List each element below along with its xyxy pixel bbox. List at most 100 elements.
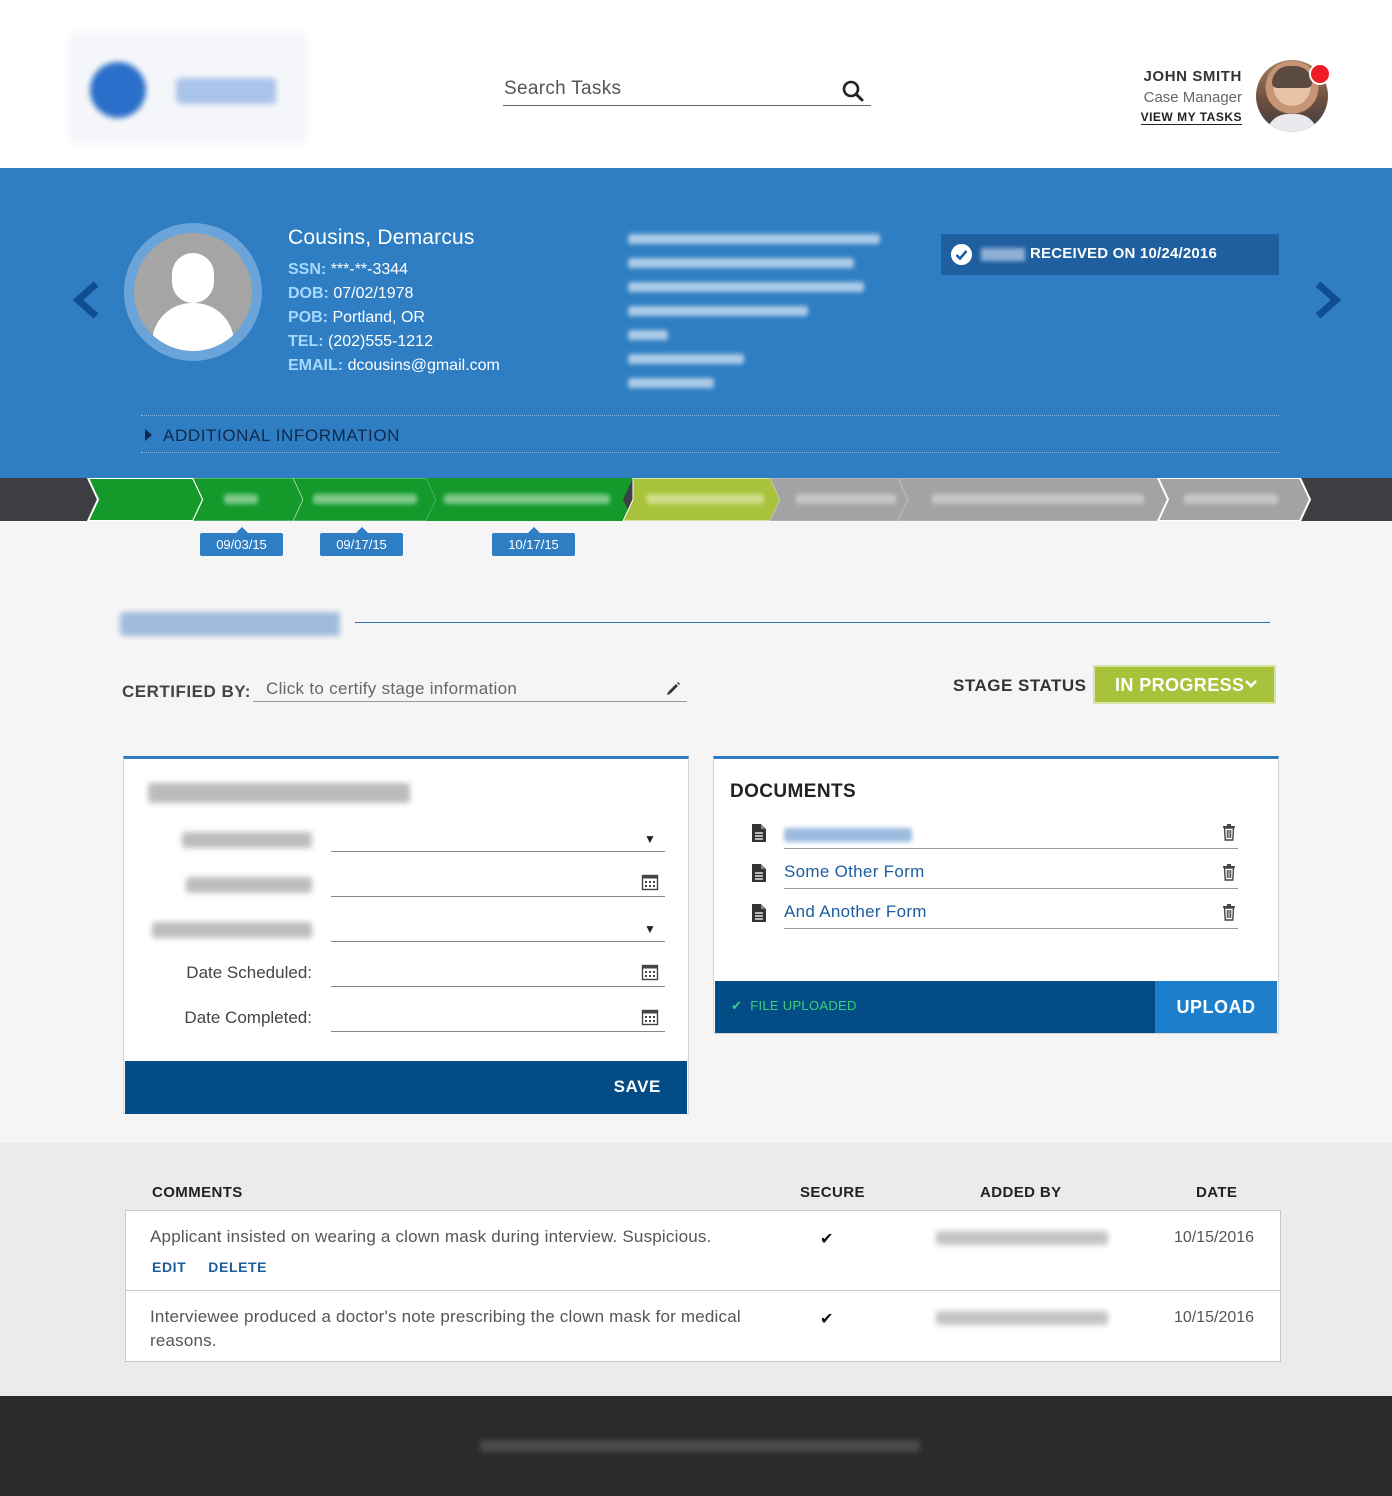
document-item[interactable] xyxy=(750,819,1240,849)
previous-applicant-arrow-icon[interactable] xyxy=(70,280,104,320)
additional-information-toggle[interactable]: ADDITIONAL INFORMATION xyxy=(141,415,1279,453)
next-applicant-arrow-icon[interactable] xyxy=(1310,280,1344,320)
view-my-tasks-link[interactable]: VIEW MY TASKS xyxy=(1140,110,1242,125)
date-completed-field[interactable]: Date Completed: xyxy=(124,1000,690,1045)
pencil-icon[interactable] xyxy=(665,681,681,697)
search-tasks-input[interactable]: Search Tasks xyxy=(503,74,871,106)
file-uploaded-status: ✔ FILE UPLOADED xyxy=(731,998,857,1013)
save-button[interactable]: SAVE xyxy=(614,1077,661,1097)
certify-stage-input[interactable]: Click to certify stage information xyxy=(253,676,687,702)
stage-title-redacted xyxy=(120,612,340,636)
additional-information-label: ADDITIONAL INFORMATION xyxy=(163,426,401,445)
stage-title-divider xyxy=(355,622,1270,623)
document-item[interactable]: Some Other Form xyxy=(750,859,1240,889)
document-icon xyxy=(752,864,766,882)
dob-row: DOB: 07/02/1978 xyxy=(288,285,414,302)
check-icon: ✔ xyxy=(731,998,743,1013)
date-column-header[interactable]: DATE xyxy=(1196,1184,1237,1201)
secure-check-icon: ✔ xyxy=(820,1231,834,1248)
upload-bar: ✔ FILE UPLOADED UPLOAD xyxy=(715,981,1277,1033)
user-name: JOHN SMITH xyxy=(1143,68,1242,85)
applicant-name: Cousins, Demarcus xyxy=(288,226,475,249)
app-logo[interactable] xyxy=(68,32,308,144)
field-label-redacted xyxy=(152,922,312,938)
stage-date-tag: 09/03/15 xyxy=(200,527,283,556)
added-by-column-header[interactable]: ADDED BY xyxy=(980,1184,1062,1201)
redacted-applicant-info xyxy=(628,234,880,402)
caret-right-icon xyxy=(145,429,152,441)
secure-column-header[interactable]: SECURE xyxy=(800,1184,865,1201)
footer-text-redacted xyxy=(480,1440,920,1452)
comment-actions: EDIT DELETE xyxy=(152,1259,289,1275)
document-item[interactable]: And Another Form xyxy=(750,899,1240,929)
documents-title: DOCUMENTS xyxy=(730,781,857,802)
assignment-field-select[interactable]: ▼ xyxy=(124,910,690,955)
user-role: Case Manager xyxy=(1143,89,1242,106)
search-icon[interactable] xyxy=(841,79,865,103)
save-bar: SAVE xyxy=(125,1061,687,1114)
applicant-details: Cousins, Demarcus SSN: ***-**-3344 DOB: … xyxy=(288,226,500,378)
field-label-redacted xyxy=(186,877,312,893)
comments-table: Applicant insisted on wearing a clown ma… xyxy=(125,1210,1281,1362)
document-name-redacted[interactable] xyxy=(784,828,912,842)
comment-row: Interviewee produced a doctor's note pre… xyxy=(126,1290,1280,1362)
calendar-icon[interactable] xyxy=(641,1008,659,1026)
stage-date-tag: 10/17/15 xyxy=(492,527,575,556)
stage-date-tag: 09/17/15 xyxy=(320,527,403,556)
search-placeholder: Search Tasks xyxy=(504,78,622,99)
assignment-field-date[interactable] xyxy=(124,865,690,910)
document-name-link[interactable]: Some Other Form xyxy=(784,862,925,882)
documents-panel: DOCUMENTS Some Other Form And Another Fo… xyxy=(713,756,1279,1034)
certified-by-label: CERTIFIED BY: xyxy=(122,682,251,701)
check-circle-icon xyxy=(951,244,972,265)
document-icon xyxy=(752,824,766,842)
applicant-profile-band: Cousins, Demarcus SSN: ***-**-3344 DOB: … xyxy=(0,168,1392,478)
comments-section: COMMENTS SECURE ADDED BY DATE Applicant … xyxy=(0,1143,1392,1396)
received-date-text: RECEIVED ON 10/24/2016 xyxy=(1030,245,1217,262)
stage-step[interactable] xyxy=(86,477,205,522)
page-footer xyxy=(0,1396,1392,1496)
delete-comment-link[interactable]: DELETE xyxy=(208,1259,267,1275)
chevron-down-icon xyxy=(1245,680,1257,688)
dropdown-caret-icon: ▼ xyxy=(644,832,656,846)
certify-placeholder: Click to certify stage information xyxy=(266,679,518,698)
tel-row: TEL: (202)555-1212 xyxy=(288,333,433,350)
applicant-photo xyxy=(124,223,262,361)
upload-button[interactable]: UPLOAD xyxy=(1155,981,1277,1033)
date-scheduled-field[interactable]: Date Scheduled: xyxy=(124,955,690,1000)
top-header: Search Tasks JOHN SMITH Case Manager VIE… xyxy=(0,0,1392,168)
document-icon xyxy=(752,904,766,922)
email-row: EMAIL: dcousins@gmail.com xyxy=(288,357,500,374)
stage-status-dropdown[interactable]: IN PROGRESS xyxy=(1093,665,1276,704)
assignment-panel: ▼ ▼ Date Scheduled: Date Completed: SAVE xyxy=(123,756,689,1114)
assignment-field-select[interactable]: ▼ xyxy=(124,820,690,865)
date-scheduled-label: Date Scheduled: xyxy=(186,963,312,982)
added-by-redacted xyxy=(936,1311,1108,1325)
comment-text: Applicant insisted on wearing a clown ma… xyxy=(150,1227,712,1246)
pob-row: POB: Portland, OR xyxy=(288,309,425,326)
trash-icon[interactable] xyxy=(1222,823,1236,841)
date-completed-label: Date Completed: xyxy=(184,1008,312,1027)
comment-row: Applicant insisted on wearing a clown ma… xyxy=(126,1211,1280,1290)
comment-text: Interviewee produced a doctor's note pre… xyxy=(150,1307,741,1350)
field-label-redacted xyxy=(182,832,312,848)
calendar-icon[interactable] xyxy=(641,963,659,981)
edit-comment-link[interactable]: EDIT xyxy=(152,1259,186,1275)
user-info: JOHN SMITH Case Manager VIEW MY TASKS xyxy=(1140,68,1242,126)
trash-icon[interactable] xyxy=(1222,863,1236,881)
added-by-redacted xyxy=(936,1231,1108,1245)
received-status-badge: RECEIVED ON 10/24/2016 xyxy=(941,234,1279,275)
comment-date: 10/15/2016 xyxy=(1174,1229,1255,1246)
secure-check-icon: ✔ xyxy=(820,1311,834,1328)
comments-column-header[interactable]: COMMENTS xyxy=(152,1184,243,1201)
trash-icon[interactable] xyxy=(1222,903,1236,921)
notification-badge[interactable] xyxy=(1309,63,1331,85)
dropdown-caret-icon: ▼ xyxy=(644,922,656,936)
ssn-row: SSN: ***-**-3344 xyxy=(288,261,409,278)
assignment-title-redacted xyxy=(148,783,410,803)
stage-progress-bar xyxy=(0,477,1392,522)
stage-status-label: STAGE STATUS xyxy=(953,676,1087,695)
comment-date: 10/15/2016 xyxy=(1174,1309,1255,1326)
calendar-icon[interactable] xyxy=(641,873,659,891)
document-name-link[interactable]: And Another Form xyxy=(784,902,927,922)
